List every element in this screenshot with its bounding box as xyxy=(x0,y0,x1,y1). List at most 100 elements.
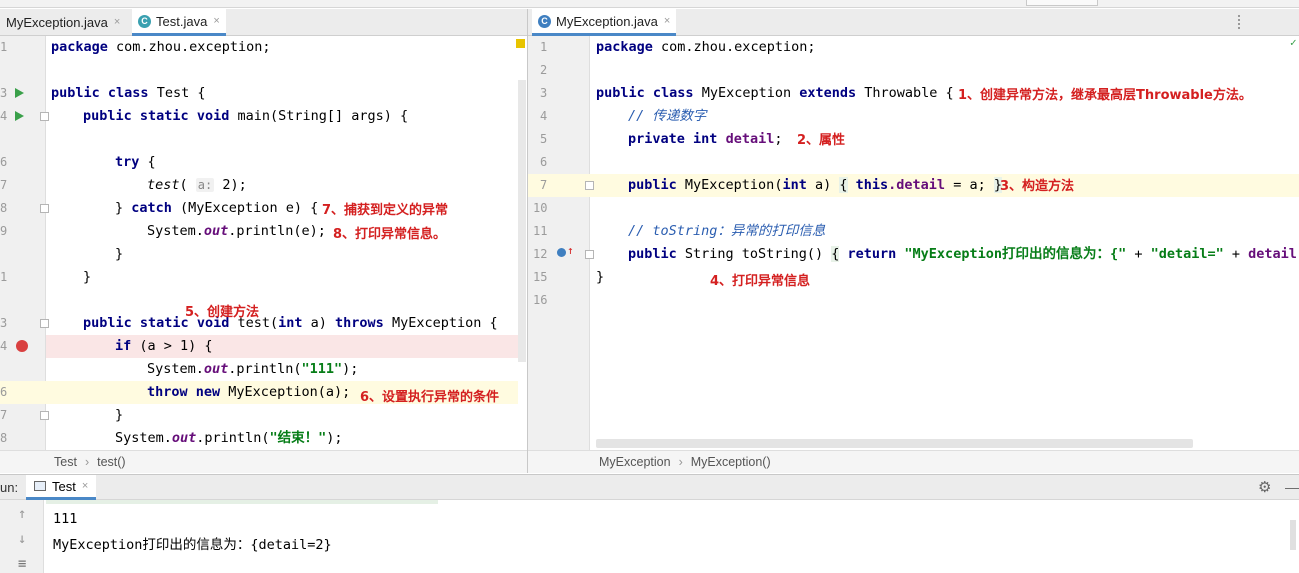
line-number: 3 xyxy=(0,86,8,100)
fold-icon[interactable] xyxy=(40,319,49,328)
console-output-line: 111 xyxy=(53,511,78,527)
right-breadcrumb: MyException › MyException() xyxy=(528,450,1299,473)
left-editor-tabbar: MyException.java × C Test.java × xyxy=(0,9,527,36)
code-line-8: } catch (MyException e) { xyxy=(115,200,319,216)
right-editor-tabbar: C MyException.java × xyxy=(528,9,1299,36)
line-number: 6 xyxy=(0,385,8,399)
breadcrumb-separator: › xyxy=(678,455,683,469)
right-editor[interactable]: 1 2 3 4 5 6 7 10 11 12 15 16 ↑ package c… xyxy=(528,36,1299,450)
tab-run-test[interactable]: Test × xyxy=(26,475,97,500)
breadcrumb-separator: › xyxy=(84,455,90,469)
right-gutter xyxy=(528,36,590,450)
annotation-2: 2、属性 xyxy=(797,133,846,148)
line-number: 5 xyxy=(540,132,548,146)
line-number: 8 xyxy=(0,431,8,445)
breadcrumb-item[interactable]: Test xyxy=(54,455,77,469)
code-line-7: test( a: 2); xyxy=(147,177,247,193)
annotation-5: 5、创建方法 xyxy=(185,305,260,320)
left-editor[interactable]: 1 3 4 6 7 8 9 1 3 4 6 7 8 package com.zh… xyxy=(0,36,527,450)
horizontal-scrollbar[interactable] xyxy=(596,439,1193,448)
left-breadcrumb: Test › test() xyxy=(0,450,527,473)
run-console[interactable]: ↑ ↓ ≡ 111 MyException打印出的信息为：{detail=2} xyxy=(0,500,1299,573)
line-number: 7 xyxy=(0,178,8,192)
line-number: 7 xyxy=(540,178,548,192)
run-icon[interactable] xyxy=(15,88,24,98)
arrow-up-icon: ↑ xyxy=(567,244,574,257)
code-line-3: public class MyException extends Throwab… xyxy=(596,85,954,101)
line-number: 15 xyxy=(533,270,548,284)
breadcrumb-item[interactable]: MyException() xyxy=(691,455,771,469)
class-icon: C xyxy=(138,14,151,28)
breakpoint-icon[interactable] xyxy=(16,340,28,352)
annotation-1: 1、创建异常方法，继承最高层Throwable方法。 xyxy=(958,88,1252,103)
close-icon[interactable]: × xyxy=(82,480,88,492)
tab-myexception-right[interactable]: C MyException.java × xyxy=(532,9,677,36)
line-number: 4 xyxy=(0,109,8,123)
code-line-4: public static void main(String[] args) { xyxy=(83,108,409,124)
code-line-15: } xyxy=(596,269,605,285)
code-line-13: public static void test(int a) throws My… xyxy=(83,315,498,331)
line-number: 8 xyxy=(0,201,8,215)
toolbar-field[interactable] xyxy=(1026,0,1098,6)
line-number: 1 xyxy=(0,270,8,284)
code-line-9: System.out.println(e); xyxy=(147,223,326,239)
code-line-14: if (a > 1) { xyxy=(115,338,213,354)
code-line-10: } xyxy=(115,246,124,262)
check-icon: ✓ xyxy=(1290,36,1297,49)
tab-test[interactable]: C Test.java × xyxy=(132,9,226,36)
code-line-17: } xyxy=(115,407,124,423)
run-tab-label: Test xyxy=(52,478,76,494)
annotation-6: 6、设置执行异常的条件 xyxy=(360,390,500,405)
annotation-4: 4、打印异常信息 xyxy=(710,274,811,289)
breadcrumb-item[interactable]: MyException xyxy=(599,455,671,469)
annotation-8: 8、打印异常信息。 xyxy=(333,227,447,242)
line-number: 6 xyxy=(540,155,548,169)
menu-icon[interactable] xyxy=(1238,15,1248,29)
close-icon[interactable]: × xyxy=(114,16,120,28)
vertical-scrollbar[interactable] xyxy=(518,80,526,362)
line-number: 3 xyxy=(0,316,8,330)
line-number: 9 xyxy=(0,224,8,238)
code-line-15: System.out.println("111"); xyxy=(147,361,359,377)
gear-icon[interactable]: ⚙ xyxy=(1258,478,1271,496)
close-icon[interactable]: × xyxy=(213,15,219,27)
close-icon[interactable]: × xyxy=(664,15,670,27)
line-number: 10 xyxy=(533,201,548,215)
line-number: 2 xyxy=(540,63,548,77)
code-line-4: // 传递数字 xyxy=(628,108,707,124)
myexception-tab-label: MyException.java xyxy=(556,13,658,29)
run-icon[interactable] xyxy=(15,111,24,121)
run-label: un: xyxy=(0,480,19,495)
arrow-down-icon[interactable]: ↓ xyxy=(18,531,26,547)
line-number: 1 xyxy=(0,40,8,54)
fold-icon[interactable] xyxy=(40,112,49,121)
wrap-icon[interactable]: ≡ xyxy=(18,556,26,572)
code-line-1: package com.zhou.exception; xyxy=(51,39,271,55)
breadcrumb-item[interactable]: test() xyxy=(97,455,125,469)
minimize-icon[interactable]: — xyxy=(1285,479,1299,495)
console-scroll-indicator xyxy=(46,500,438,504)
line-number: 4 xyxy=(540,109,548,123)
annotation-7: 7、捕获到定义的异常 xyxy=(322,203,449,218)
fold-icon[interactable] xyxy=(40,204,49,213)
line-number: 1 xyxy=(540,40,548,54)
code-line-16: throw new MyException(a); xyxy=(147,384,351,400)
param-hint: a: xyxy=(195,178,215,192)
arrow-up-icon[interactable]: ↑ xyxy=(18,506,26,522)
code-line-5: private int detail; xyxy=(628,131,783,147)
line-number: 6 xyxy=(0,155,8,169)
myexception-tab-label: MyException.java xyxy=(6,14,108,30)
tab-myexception-left[interactable]: MyException.java × xyxy=(0,9,126,35)
console-scrollbar[interactable] xyxy=(1290,520,1296,550)
line-number: 4 xyxy=(0,339,8,353)
override-icon[interactable] xyxy=(557,248,566,257)
fold-icon[interactable] xyxy=(585,181,594,190)
line-number: 3 xyxy=(540,86,548,100)
line-number: 16 xyxy=(533,293,548,307)
console-output-line: MyException打印出的信息为：{detail=2} xyxy=(53,537,332,553)
code-line-11: } xyxy=(83,269,92,285)
fold-icon[interactable] xyxy=(40,411,49,420)
fold-icon[interactable] xyxy=(585,250,594,259)
warning-marker[interactable] xyxy=(516,39,525,48)
code-line-6: try { xyxy=(115,154,156,170)
